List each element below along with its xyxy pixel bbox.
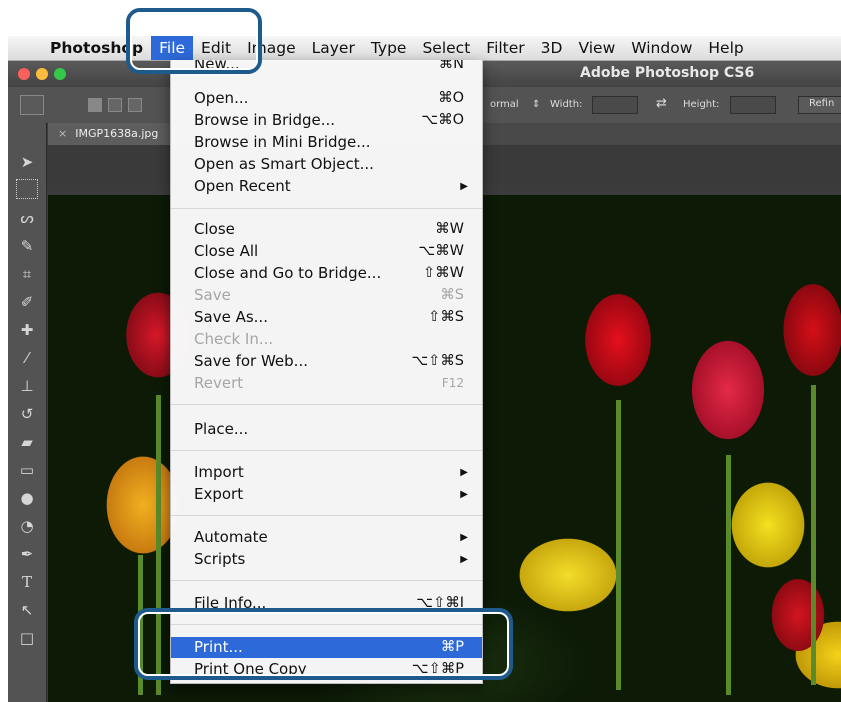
decorative-stem (726, 455, 731, 695)
new-selection-icon[interactable] (88, 98, 102, 112)
history-brush-tool-icon[interactable]: ↺ (15, 403, 39, 425)
menu-item-save-as[interactable]: Save As... ⇧⌘S (171, 307, 482, 328)
clone-stamp-tool-icon[interactable]: ⊥ (15, 375, 39, 397)
brush-tool-icon[interactable]: ⁄ (15, 347, 39, 369)
height-label: Height: (683, 99, 720, 110)
crop-tool-icon[interactable]: ⌗ (15, 263, 39, 285)
marquee-tool-icon[interactable] (16, 179, 38, 199)
subtract-selection-icon[interactable] (128, 98, 142, 112)
menu-item-save-for-web[interactable]: Save for Web... ⌥⇧⌘S (171, 351, 482, 372)
menu-item-new[interactable]: New... ⌘N (171, 60, 482, 75)
mac-menubar: Photoshop File Edit Image Layer Type Sel… (8, 36, 841, 61)
refine-edge-label: Refin (809, 98, 835, 109)
menu-edit[interactable]: Edit (193, 36, 239, 60)
width-label: Width: (550, 99, 583, 110)
menu-type[interactable]: Type (363, 36, 415, 60)
menu-app-photoshop[interactable]: Photoshop (44, 36, 151, 60)
menu-item-revert: Revert F12 (194, 374, 464, 392)
decorative-stem (616, 400, 621, 690)
submenu-arrow-icon: ▶ (460, 554, 468, 565)
window-title: Adobe Photoshop CS6 (580, 65, 755, 81)
decorative-stem (811, 385, 816, 685)
menu-item-scripts[interactable]: Scripts ▶ (171, 549, 482, 570)
document-tab-label: IMGP1638a.jpg (75, 127, 159, 140)
decorative-stem (156, 395, 161, 695)
menu-item-print-one-copy[interactable]: Print One Copy ⌥⇧⌘P (171, 659, 482, 680)
add-selection-icon[interactable] (108, 98, 122, 112)
menu-item-check-in: Check In... (194, 330, 274, 348)
close-tab-icon[interactable]: × (58, 127, 67, 140)
zoom-window-icon[interactable] (54, 68, 66, 80)
menu-item-close-all[interactable]: Close All ⌥⌘W (171, 241, 482, 262)
menu-file[interactable]: File (151, 36, 194, 60)
menu-item-automate[interactable]: Automate ▶ (171, 527, 482, 548)
tools-panel: ➤ ᔕ ✎ ⌗ ✐ ✚ ⁄ ⊥ ↺ ▰ ▭ ● ◔ ✒ T ↖ □ (8, 123, 47, 702)
menu-item-open[interactable]: Open... ⌘O (171, 88, 482, 109)
submenu-arrow-icon: ▶ (460, 489, 468, 500)
menu-item-import[interactable]: Import ▶ (171, 462, 482, 483)
menu-separator (171, 580, 482, 581)
minimize-window-icon[interactable] (36, 68, 48, 80)
menu-view[interactable]: View (570, 36, 623, 60)
menu-3d[interactable]: 3D (533, 36, 571, 60)
menu-item-place[interactable]: Place... (171, 419, 482, 440)
menu-separator (171, 450, 482, 451)
pen-tool-icon[interactable]: ✒ (15, 543, 39, 565)
menu-separator (171, 404, 482, 405)
document-tab[interactable]: × IMGP1638a.jpg (48, 123, 174, 145)
eyedropper-tool-icon[interactable]: ✐ (15, 291, 39, 313)
rectangle-tool-icon[interactable]: □ (15, 627, 39, 649)
quick-selection-tool-icon[interactable]: ✎ (15, 235, 39, 257)
type-tool-icon[interactable]: T (15, 571, 39, 593)
menu-item-close[interactable]: Close ⌘W (171, 219, 482, 240)
menu-item-close-and-go-to-bridge[interactable]: Close and Go to Bridge... ⇧⌘W (171, 263, 482, 284)
dodge-tool-icon[interactable]: ◔ (15, 515, 39, 537)
eraser-tool-icon[interactable]: ▰ (15, 431, 39, 453)
style-select-arrow-icon[interactable]: ⇕ (532, 99, 540, 110)
swap-dimensions-icon[interactable]: ⇄ (656, 96, 667, 111)
menu-separator (171, 624, 482, 625)
menu-item-open-recent[interactable]: Open Recent ▶ (171, 176, 482, 197)
menu-item-browse-in-bridge[interactable]: Browse in Bridge... ⌥⌘O (171, 110, 482, 131)
menu-layer[interactable]: Layer (304, 36, 363, 60)
height-input[interactable] (730, 96, 776, 114)
menu-select[interactable]: Select (414, 36, 478, 60)
menu-item-open-as-smart-object[interactable]: Open as Smart Object... (171, 154, 482, 175)
submenu-arrow-icon: ▶ (460, 532, 468, 543)
menu-separator (171, 515, 482, 516)
lasso-tool-icon[interactable]: ᔕ (15, 207, 39, 229)
submenu-arrow-icon: ▶ (460, 181, 468, 192)
menu-item-save: Save ⌘S (194, 286, 464, 304)
decorative-stem (138, 555, 143, 695)
menu-image[interactable]: Image (239, 36, 304, 60)
menu-filter[interactable]: Filter (478, 36, 532, 60)
blur-tool-icon[interactable]: ● (15, 487, 39, 509)
menu-item-print[interactable]: Print... ⌘P (171, 637, 482, 658)
menu-window[interactable]: Window (623, 36, 700, 60)
submenu-arrow-icon: ▶ (460, 467, 468, 478)
menu-item-file-info[interactable]: File Info... ⌥⇧⌘I (171, 593, 482, 614)
width-input[interactable] (592, 96, 638, 114)
menu-separator (171, 208, 482, 209)
file-menu-dropdown: New... ⌘N Open... ⌘O Browse in Bridge...… (170, 60, 483, 684)
path-selection-tool-icon[interactable]: ↖ (15, 599, 39, 621)
move-tool-icon[interactable]: ➤ (15, 151, 39, 173)
healing-brush-tool-icon[interactable]: ✚ (15, 319, 39, 341)
menu-item-browse-in-mini-bridge[interactable]: Browse in Mini Bridge... (171, 132, 482, 153)
gradient-tool-icon[interactable]: ▭ (15, 459, 39, 481)
menu-help[interactable]: Help (700, 36, 751, 60)
menu-item-export[interactable]: Export ▶ (171, 484, 482, 505)
close-window-icon[interactable] (18, 68, 30, 80)
marquee-preset-icon[interactable] (20, 95, 44, 115)
refine-edge-button[interactable]: Refin (798, 96, 841, 114)
style-select[interactable]: ormal (490, 99, 519, 110)
